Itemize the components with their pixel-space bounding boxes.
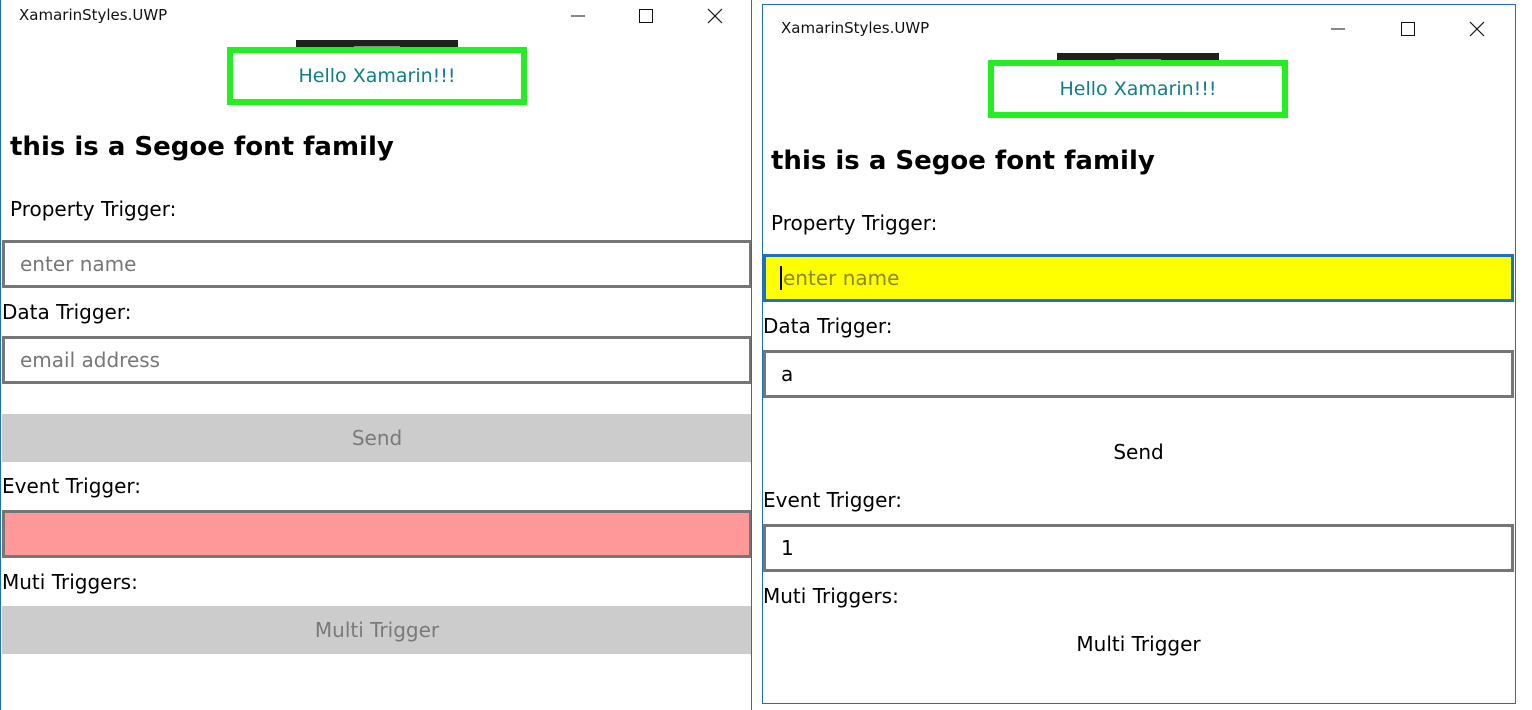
minimize-icon bbox=[571, 15, 585, 17]
close-button[interactable] bbox=[1443, 13, 1511, 45]
minimize-icon bbox=[1331, 28, 1345, 30]
multi-trigger-button[interactable]: Multi Trigger bbox=[763, 620, 1514, 668]
app-window-right: XamarinStyles.UWP Hello Xamarin!!! this … bbox=[762, 4, 1516, 704]
send-button[interactable]: Send bbox=[2, 414, 751, 462]
multi-trigger-label: Muti Triggers: bbox=[2, 570, 138, 594]
close-icon bbox=[1469, 21, 1485, 37]
email-value: a bbox=[781, 362, 794, 386]
close-icon bbox=[707, 8, 723, 24]
font-family-heading: this is a Segoe font family bbox=[10, 132, 394, 162]
event-trigger-label: Event Trigger: bbox=[2, 474, 142, 498]
text-caret bbox=[780, 266, 782, 290]
event-trigger-label: Event Trigger: bbox=[763, 488, 903, 512]
event-value: 1 bbox=[781, 536, 794, 560]
name-placeholder: enter name bbox=[783, 266, 900, 290]
title-bar[interactable]: XamarinStyles.UWP bbox=[1, 0, 751, 32]
name-placeholder: enter name bbox=[20, 252, 137, 276]
name-input-focused[interactable]: enter name bbox=[763, 254, 1514, 302]
send-button[interactable]: Send bbox=[763, 428, 1514, 476]
hello-label: Hello Xamarin!!! bbox=[988, 60, 1288, 118]
multi-trigger-label: Muti Triggers: bbox=[763, 584, 899, 608]
window-title: XamarinStyles.UWP bbox=[781, 19, 930, 37]
minimize-button[interactable] bbox=[1304, 13, 1372, 45]
data-trigger-label: Data Trigger: bbox=[763, 314, 893, 338]
name-input[interactable]: enter name bbox=[2, 240, 751, 288]
data-trigger-label: Data Trigger: bbox=[2, 300, 132, 324]
property-trigger-label: Property Trigger: bbox=[771, 211, 938, 235]
event-input[interactable] bbox=[2, 510, 751, 558]
maximize-icon bbox=[639, 9, 653, 23]
close-button[interactable] bbox=[681, 0, 749, 32]
email-input[interactable]: email address bbox=[2, 336, 751, 384]
email-input[interactable]: a bbox=[763, 350, 1514, 398]
title-bar[interactable]: XamarinStyles.UWP bbox=[763, 5, 1515, 37]
maximize-icon bbox=[1401, 22, 1415, 36]
event-input[interactable]: 1 bbox=[763, 524, 1514, 572]
window-title: XamarinStyles.UWP bbox=[19, 6, 168, 24]
app-window-left: XamarinStyles.UWP Hello Xamarin!!! this … bbox=[0, 0, 752, 710]
font-family-heading: this is a Segoe font family bbox=[771, 146, 1155, 176]
maximize-button[interactable] bbox=[612, 0, 680, 32]
hello-label: Hello Xamarin!!! bbox=[227, 47, 527, 105]
minimize-button[interactable] bbox=[544, 0, 612, 32]
email-placeholder: email address bbox=[20, 348, 161, 372]
property-trigger-label: Property Trigger: bbox=[10, 197, 177, 221]
multi-trigger-button[interactable]: Multi Trigger bbox=[2, 606, 751, 654]
maximize-button[interactable] bbox=[1374, 13, 1442, 45]
